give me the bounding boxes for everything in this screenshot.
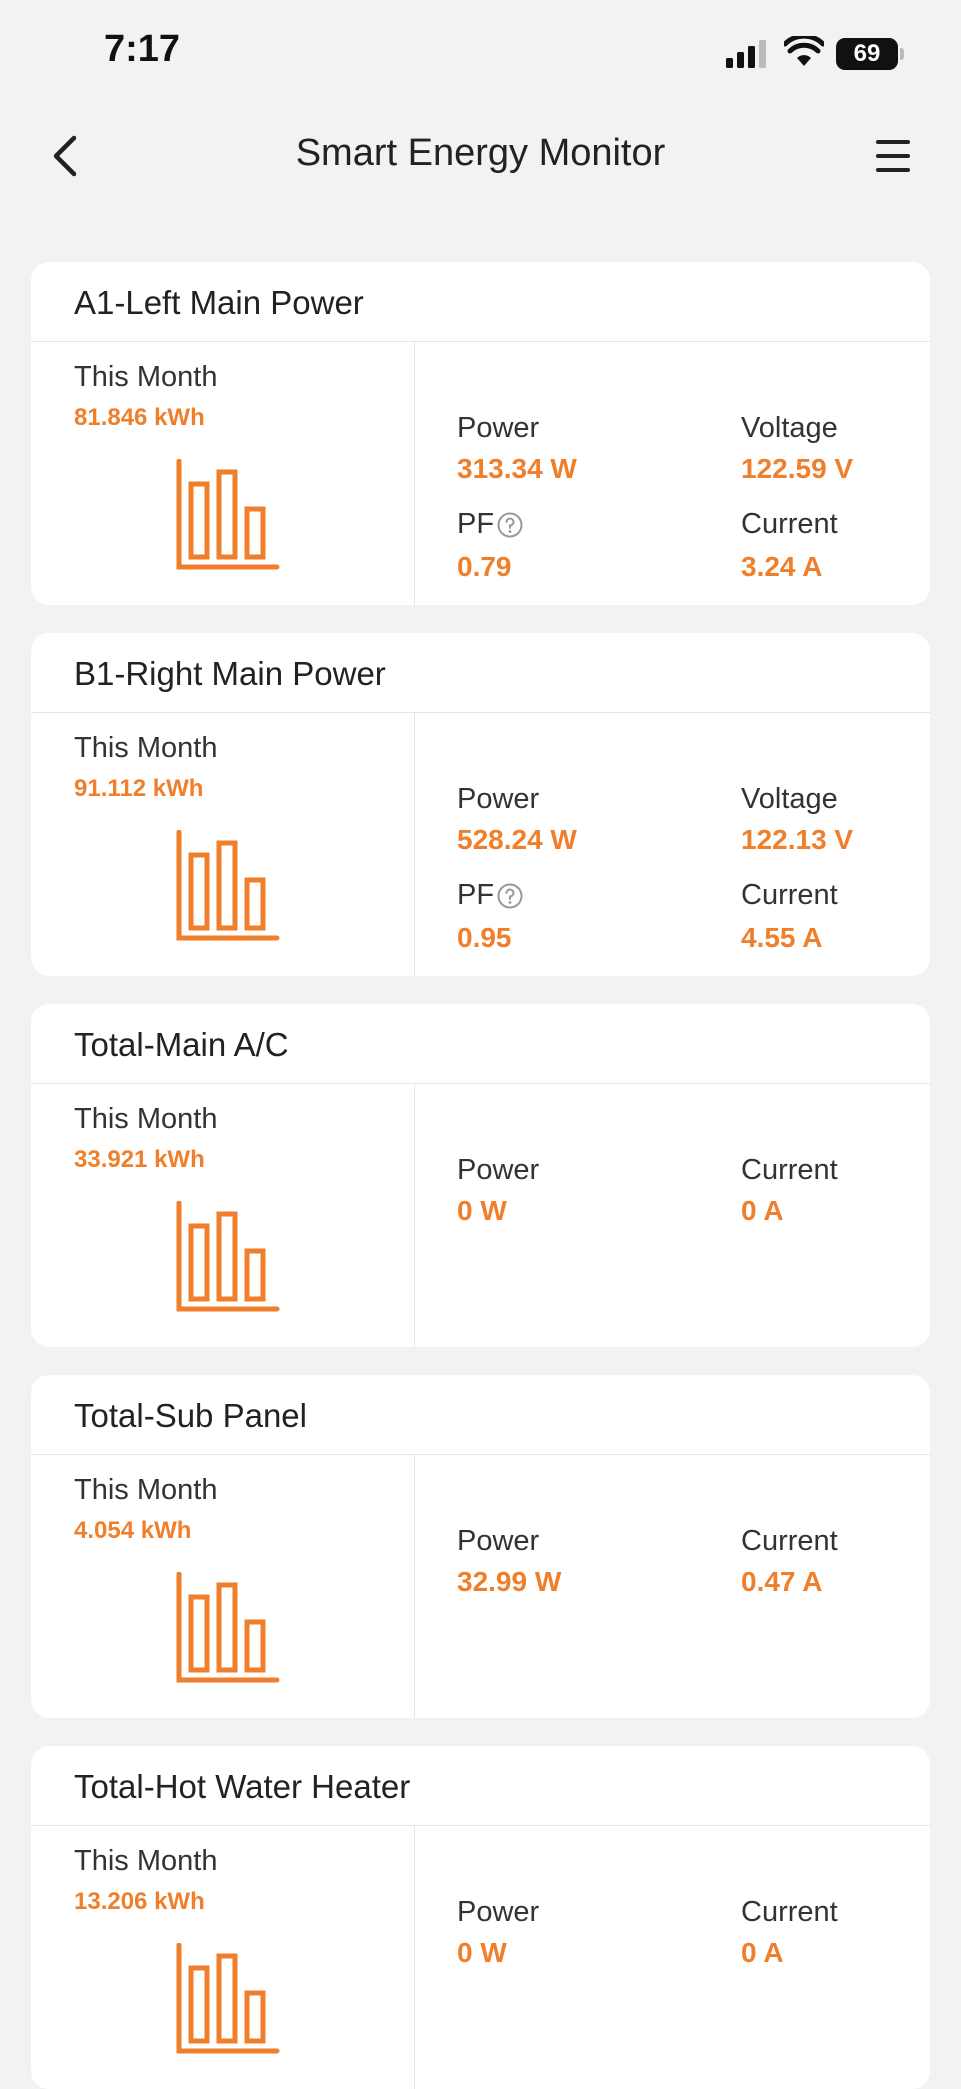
voltage-label: Voltage (741, 412, 838, 444)
this-month-label: This Month (74, 1103, 218, 1135)
this-month-value: 81.846 kWh (74, 404, 205, 431)
voltage-label: Voltage (741, 783, 838, 815)
this-month-label: This Month (74, 732, 218, 764)
card-title: Total-Main A/C (74, 1026, 289, 1063)
this-month-label: This Month (74, 1474, 218, 1506)
power-label: Power (457, 412, 540, 444)
pf-label: PF (457, 508, 524, 541)
bar-chart-icon[interactable] (176, 1572, 280, 1684)
current-value: 0 A (741, 1195, 784, 1226)
pf-label: PF (457, 879, 524, 912)
battery-indicator: 69 (836, 38, 898, 70)
current-label: Current (741, 1896, 838, 1928)
pf-value: 0.95 (457, 922, 512, 953)
bar-chart-icon[interactable] (176, 459, 280, 571)
divider (414, 1826, 415, 2089)
menu-icon[interactable] (870, 132, 918, 180)
power-label: Power (457, 1525, 540, 1557)
wifi-icon (784, 36, 824, 66)
current-label: Current (741, 879, 838, 911)
current-value: 0 A (741, 1937, 784, 1968)
voltage-value: 122.13 V (741, 824, 854, 855)
status-bar: 7:17 69 (0, 0, 961, 100)
voltage-value: 122.59 V (741, 453, 854, 484)
this-month-label: This Month (74, 1845, 218, 1877)
power-label: Power (457, 1896, 540, 1928)
current-label: Current (741, 508, 838, 540)
help-icon[interactable] (496, 882, 524, 910)
status-time: 7:17 (104, 28, 181, 70)
pf-value: 0.79 (457, 551, 512, 582)
divider (414, 713, 415, 976)
bar-chart-icon[interactable] (176, 830, 280, 942)
battery-tip (900, 48, 904, 60)
divider (31, 1083, 930, 1084)
power-label: Power (457, 1154, 540, 1186)
device-card-total-main-ac[interactable]: Total-Main A/C This Month 33.921 kWh Pow… (31, 1004, 930, 1347)
power-value: 313.34 W (457, 453, 577, 484)
pf-label-text: PF (457, 879, 495, 911)
help-icon[interactable] (496, 511, 524, 539)
power-value: 0 W (457, 1195, 507, 1226)
card-title: A1-Left Main Power (74, 284, 364, 321)
card-title: Total-Hot Water Heater (74, 1768, 411, 1805)
this-month-value: 33.921 kWh (74, 1146, 205, 1173)
device-card-total-hot-water-heater[interactable]: Total-Hot Water Heater This Month 13.206… (31, 1746, 930, 2089)
signal-icon (726, 40, 766, 68)
current-value: 0.47 A (741, 1566, 823, 1597)
device-card-a1-left-main-power[interactable]: A1-Left Main Power This Month 81.846 kWh… (31, 262, 930, 605)
this-month-value: 91.112 kWh (74, 775, 204, 802)
power-value: 32.99 W (457, 1566, 562, 1597)
current-value: 3.24 A (741, 551, 823, 582)
card-title: B1-Right Main Power (74, 655, 386, 692)
this-month-value: 4.054 kWh (74, 1517, 192, 1544)
divider (31, 341, 930, 342)
pf-label-text: PF (457, 508, 495, 540)
divider (31, 1825, 930, 1826)
divider (31, 712, 930, 713)
this-month-value: 13.206 kWh (74, 1888, 205, 1915)
current-value: 4.55 A (741, 922, 823, 953)
device-card-total-sub-panel[interactable]: Total-Sub Panel This Month 4.054 kWh Pow… (31, 1375, 930, 1718)
device-card-b1-right-main-power[interactable]: B1-Right Main Power This Month 91.112 kW… (31, 633, 930, 976)
divider (414, 342, 415, 605)
divider (414, 1084, 415, 1347)
card-title: Total-Sub Panel (74, 1397, 307, 1434)
power-value: 0 W (457, 1937, 507, 1968)
divider (414, 1455, 415, 1718)
current-label: Current (741, 1154, 838, 1186)
divider (31, 1454, 930, 1455)
page-title: Smart Energy Monitor (295, 132, 666, 174)
bar-chart-icon[interactable] (176, 1201, 280, 1313)
nav-header: Smart Energy Monitor (0, 100, 961, 210)
current-label: Current (741, 1525, 838, 1557)
power-label: Power (457, 783, 540, 815)
power-value: 528.24 W (457, 824, 577, 855)
bar-chart-icon[interactable] (176, 1943, 280, 2055)
this-month-label: This Month (74, 361, 218, 393)
